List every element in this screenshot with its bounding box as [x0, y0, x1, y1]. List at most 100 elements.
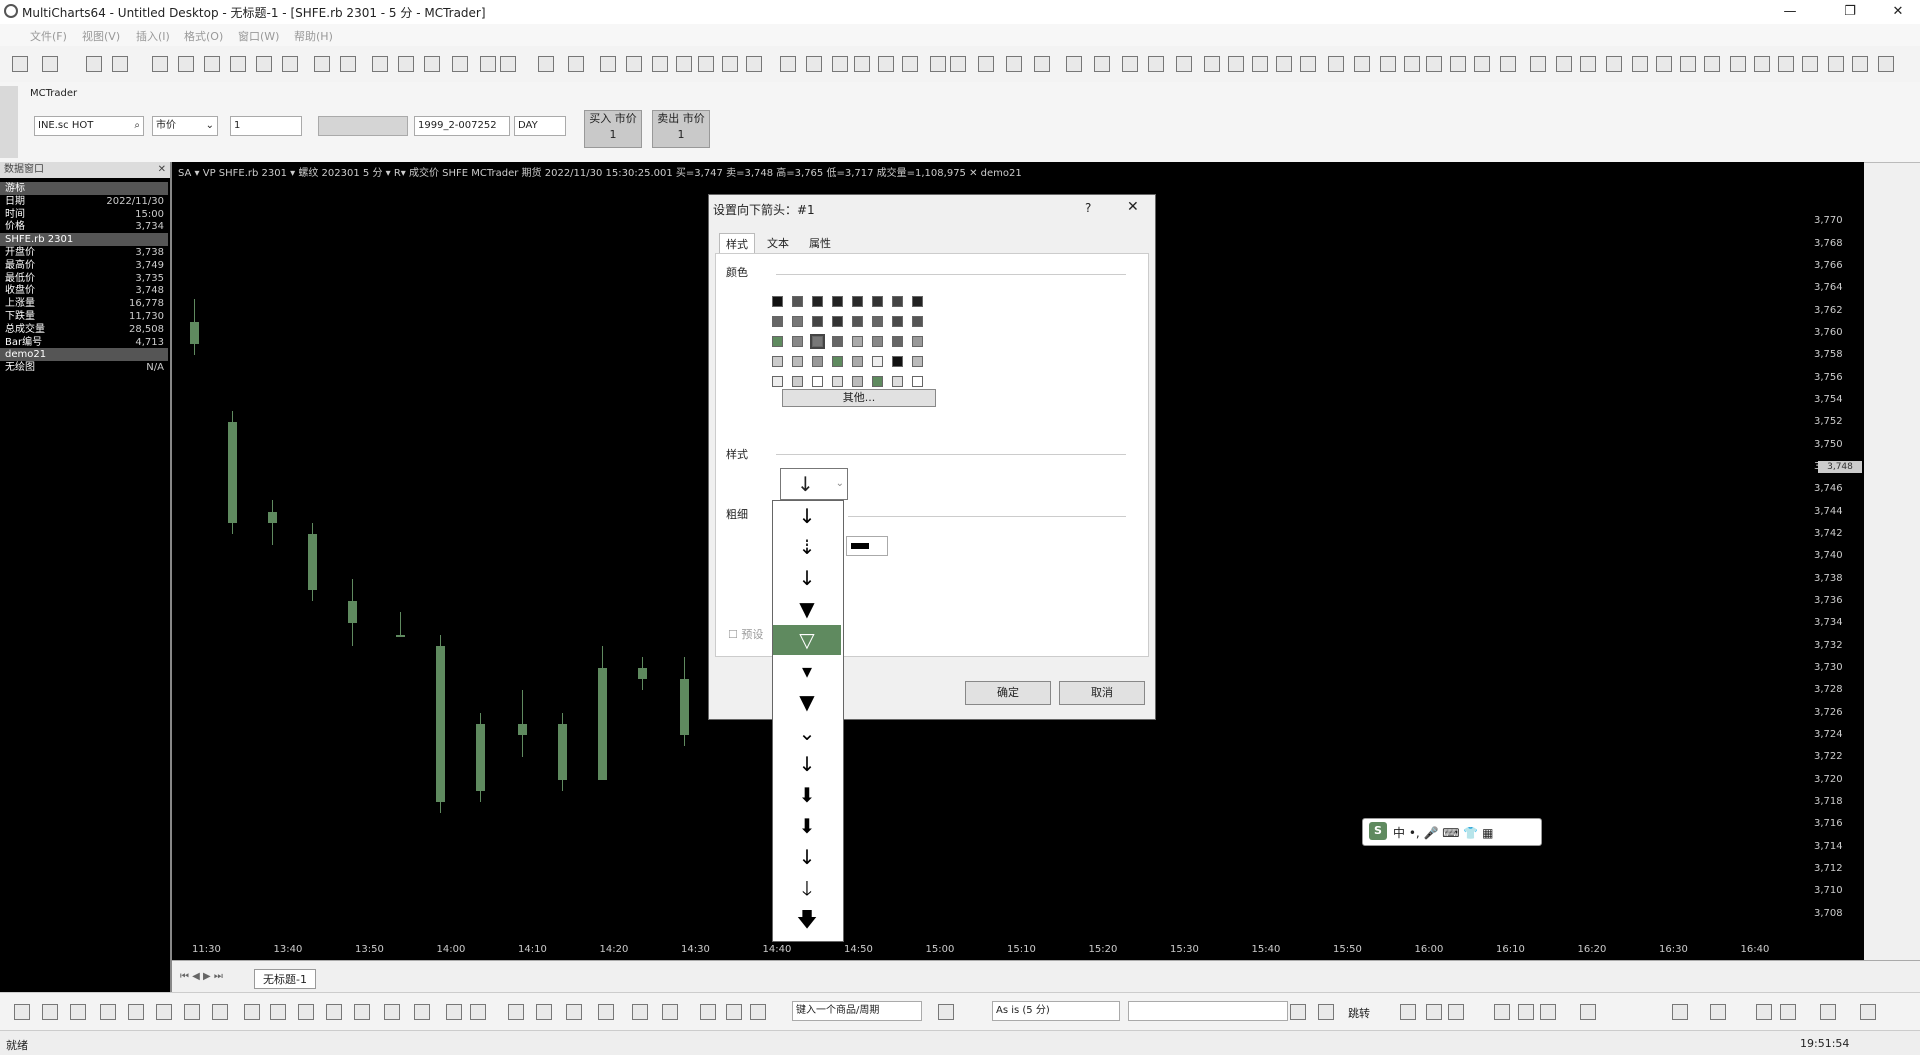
toolbar-tool-icon[interactable]: [1656, 56, 1672, 72]
drawing-tool-icon[interactable]: [1710, 1004, 1726, 1020]
symbol-resolution-input[interactable]: 键入一个商品/周期: [792, 1001, 922, 1021]
close-window-button[interactable]: ✕: [1878, 2, 1918, 22]
toolbar-tool-icon[interactable]: [854, 56, 870, 72]
drawing-tool-icon[interactable]: [1580, 1004, 1596, 1020]
toolbar-tool-icon[interactable]: [1778, 56, 1794, 72]
toolbar-tool-icon[interactable]: [480, 56, 496, 72]
drawing-tool-icon[interactable]: [184, 1004, 200, 1020]
trade-tab[interactable]: MCTrader: [30, 88, 77, 99]
drawing-tool-icon[interactable]: [298, 1004, 314, 1020]
toolbar-tool-icon[interactable]: [1094, 56, 1110, 72]
arrow-style-option[interactable]: ↓: [773, 501, 841, 531]
drawing-tool-icon[interactable]: [326, 1004, 342, 1020]
menu-window[interactable]: 窗口(W): [238, 28, 279, 44]
account-picker[interactable]: [318, 116, 408, 136]
toolbar-tool-icon[interactable]: [1704, 56, 1720, 72]
toolbar-tool-icon[interactable]: [152, 56, 168, 72]
toolbar-tool-icon[interactable]: [950, 56, 966, 72]
toolbar-tool-icon[interactable]: [1730, 56, 1746, 72]
color-swatch[interactable]: [852, 316, 863, 327]
color-swatch[interactable]: [792, 316, 803, 327]
drawing-tool-icon[interactable]: [212, 1004, 228, 1020]
color-swatch[interactable]: [892, 336, 903, 347]
toolbar-tool-icon[interactable]: [1474, 56, 1490, 72]
candle-body[interactable]: [436, 645, 445, 803]
preset-checkbox[interactable]: ☐ 预设: [728, 626, 763, 642]
candle-body[interactable]: [268, 511, 277, 523]
toolbar-tool-icon[interactable]: [1204, 56, 1220, 72]
drawing-tool-icon[interactable]: [1448, 1004, 1464, 1020]
color-swatch[interactable]: [792, 376, 803, 387]
color-swatch[interactable]: [832, 356, 843, 367]
color-swatch[interactable]: [872, 336, 883, 347]
toolbar-tool-icon[interactable]: [398, 56, 414, 72]
toolbar-tool-icon[interactable]: [780, 56, 796, 72]
drawing-tool-icon[interactable]: [1780, 1004, 1796, 1020]
drawing-tool-icon[interactable]: [156, 1004, 172, 1020]
drawing-tool-icon[interactable]: [700, 1004, 716, 1020]
color-swatch[interactable]: [832, 336, 843, 347]
drawing-tool-icon[interactable]: [446, 1004, 462, 1020]
toolbar-tool-icon[interactable]: [902, 56, 918, 72]
drawing-tool-icon[interactable]: [42, 1004, 58, 1020]
arrow-style-option[interactable]: 🡓: [773, 873, 841, 903]
arrow-style-option[interactable]: ▾: [773, 656, 841, 686]
drawing-tool-icon[interactable]: [354, 1004, 370, 1020]
color-swatch[interactable]: [812, 376, 823, 387]
toolbar-tool-icon[interactable]: [1852, 56, 1868, 72]
minimize-button[interactable]: —: [1770, 2, 1810, 22]
drawing-tool-icon[interactable]: [384, 1004, 400, 1020]
account-select[interactable]: 1999_2-007252: [414, 116, 510, 136]
toolbar-tool-icon[interactable]: [1500, 56, 1516, 72]
drawing-tool-icon[interactable]: [470, 1004, 486, 1020]
color-swatch[interactable]: [872, 356, 883, 367]
drawing-tool-icon[interactable]: [1672, 1004, 1688, 1020]
drawing-tool-icon[interactable]: [536, 1004, 552, 1020]
candle-body[interactable]: [638, 668, 647, 680]
toolbar-tool-icon[interactable]: [978, 56, 994, 72]
drawing-tool-icon[interactable]: [1860, 1004, 1876, 1020]
toolbar-tool-icon[interactable]: [568, 56, 584, 72]
color-swatch[interactable]: [852, 296, 863, 307]
drawing-tool-icon[interactable]: [270, 1004, 286, 1020]
toolbar-tool-icon[interactable]: [1066, 56, 1082, 72]
toolbar-tool-icon[interactable]: [1354, 56, 1370, 72]
color-swatch[interactable]: [852, 336, 863, 347]
toolbar-tool-icon[interactable]: [1252, 56, 1268, 72]
toolbar-tool-icon[interactable]: [698, 56, 714, 72]
arrow-style-option[interactable]: ⬇: [773, 811, 841, 841]
arrow-style-option[interactable]: ▽: [773, 625, 841, 655]
color-swatch[interactable]: [892, 296, 903, 307]
arrow-style-select[interactable]: ↓ ⌄: [780, 468, 848, 500]
toolbar-tool-icon[interactable]: [452, 56, 468, 72]
drawing-tool-icon[interactable]: [726, 1004, 742, 1020]
dialog-close-button[interactable]: ✕: [1127, 199, 1139, 215]
help-button[interactable]: ?: [1085, 201, 1091, 215]
color-swatch[interactable]: [912, 356, 923, 367]
drawing-tool-icon[interactable]: [1400, 1004, 1416, 1020]
symbol-input[interactable]: INE.sc HOT ⌕: [34, 116, 144, 136]
candle-body[interactable]: [228, 422, 237, 523]
resolution-select[interactable]: As is (5 分): [992, 1001, 1120, 1021]
arrow-style-option[interactable]: ↓: [773, 563, 841, 593]
drawing-tool-icon[interactable]: [1318, 1004, 1334, 1020]
drawing-tool-icon[interactable]: [566, 1004, 582, 1020]
arrow-style-option[interactable]: ⇣: [773, 532, 841, 562]
toolbar-tool-icon[interactable]: [1276, 56, 1292, 72]
drawing-tool-icon[interactable]: [598, 1004, 614, 1020]
drawing-tool-icon[interactable]: [70, 1004, 86, 1020]
drawing-tool-icon[interactable]: [244, 1004, 260, 1020]
drawing-tool-icon[interactable]: [1494, 1004, 1510, 1020]
buy-market-button[interactable]: 买入 市价 1: [584, 110, 642, 148]
drawing-tool-icon[interactable]: [14, 1004, 30, 1020]
color-swatch[interactable]: [812, 296, 823, 307]
toolbar-tool-icon[interactable]: [500, 56, 516, 72]
color-swatch[interactable]: [912, 316, 923, 327]
toolbar-tool-icon[interactable]: [746, 56, 762, 72]
candle-body[interactable]: [476, 723, 485, 791]
toolbar-tool-icon[interactable]: [1228, 56, 1244, 72]
toolbar-tool-icon[interactable]: [86, 56, 102, 72]
toolbar-tool-icon[interactable]: [1034, 56, 1050, 72]
color-swatch[interactable]: [772, 296, 783, 307]
toolbar-tool-icon[interactable]: [1580, 56, 1596, 72]
